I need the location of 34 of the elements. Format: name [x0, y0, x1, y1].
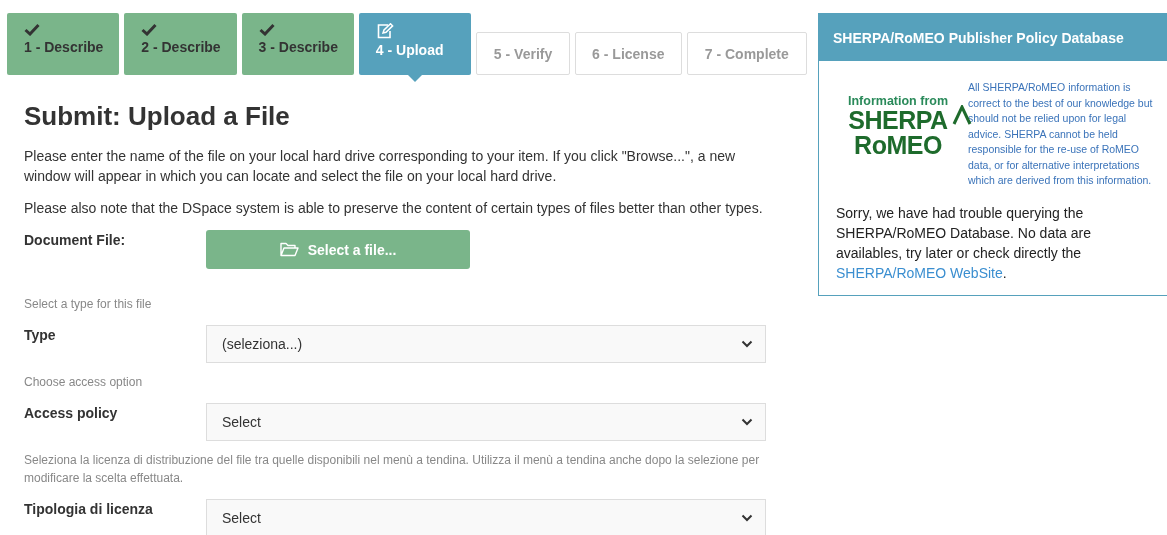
chevron-down-icon: [741, 514, 753, 522]
checkmark-icon: [141, 23, 158, 36]
instruction-text: Please also note that the DSpace system is able to preserve the content of certain types of files better than other types.: [24, 199, 764, 218]
select-dropdown[interactable]: Select: [206, 403, 766, 441]
wizard-step[interactable]: 5 - Verify: [476, 32, 570, 75]
wizard-step[interactable]: 1 - Describe: [7, 13, 120, 75]
wizard-step[interactable]: 3 - Describe: [241, 13, 354, 75]
logo-text: RoMEO: [854, 132, 942, 158]
disclaimer-text: All SHERPA/RoMEO information is correct to the best of our knowledge but should not be relied upon for legal advice. SHERPA cannot be held responsible for the re-use of RoMEO data, or for alternative interpretations which are derived from this information.: [968, 80, 1154, 188]
wizard-step[interactable]: 7 - Complete: [686, 32, 807, 75]
wizard-step[interactable]: 2 - Describe: [124, 13, 237, 75]
edit-icon: [375, 23, 394, 39]
chevron-down-icon: [741, 418, 753, 426]
page-title: Submit: Upload a File: [24, 101, 291, 132]
checkmark-icon: [258, 23, 275, 36]
website-link[interactable]: SHERPA/RoMEO WebSite: [836, 264, 1003, 281]
select-dropdown[interactable]: (seleziona...): [206, 325, 766, 363]
error-message: Sorry, we have had trouble querying the SHERPA/RoMEO Database. No data are availables, try later or check directly the SHERPA/RoMEO WebSite.: [836, 203, 1092, 283]
field-label: Tipologia di licenza: [24, 500, 154, 517]
field-label: Access policy: [24, 404, 119, 421]
select-dropdown[interactable]: Select: [206, 499, 766, 535]
logo-caption: Information from: [848, 95, 948, 108]
wizard-step[interactable]: 6 - License: [575, 32, 682, 75]
hint-text: Seleziona la licenza di distribuzione del file tra quelle disponibili nel menù a tendina. Utilizza il menù a tendina anche dopo la selezione per modificare la scelta effettuata.: [24, 452, 761, 487]
hint-text: Choose access option: [24, 374, 144, 391]
hint-text: Select a type for this file: [24, 296, 153, 313]
checkmark-icon: [24, 23, 40, 36]
folder-icon: [279, 242, 299, 257]
chevron-down-icon: [741, 340, 753, 348]
logo-text: SHERPA: [848, 107, 948, 133]
field-label: Document File:: [24, 231, 127, 248]
panel-header: SHERPA/RoMEO Publisher Policy Database: [819, 14, 1167, 61]
instruction-text: Please enter the name of the file on your local hard drive corresponding to your item. If you click "Browse...", a new window will appear in which you can locate and select the file on your local hard drive.: [24, 147, 737, 186]
field-label: Type: [24, 326, 57, 343]
